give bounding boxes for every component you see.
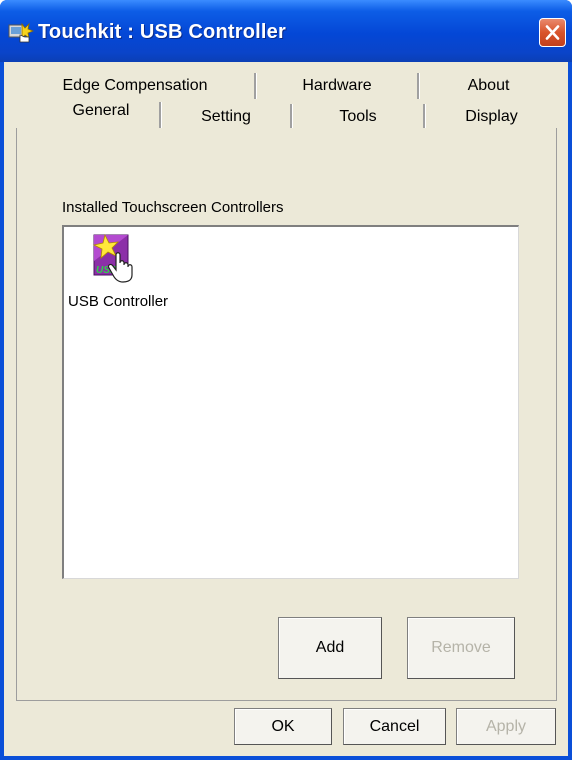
usb-controller-icon: USB bbox=[92, 233, 133, 283]
tab-setting[interactable]: Setting bbox=[162, 104, 290, 130]
tab-label: Tools bbox=[339, 108, 377, 125]
add-button[interactable]: Add bbox=[278, 617, 382, 679]
title-bar[interactable]: Touchkit : USB Controller bbox=[0, 0, 572, 62]
tab-label: General bbox=[72, 102, 130, 119]
touchkit-window: Touchkit : USB Controller Edge Compensat… bbox=[0, 0, 572, 760]
ok-button[interactable]: OK bbox=[234, 708, 332, 745]
tab-about[interactable]: About bbox=[420, 73, 557, 99]
tab-edge-compensation[interactable]: Edge Compensation bbox=[16, 73, 254, 99]
add-button-label: Add bbox=[315, 639, 345, 656]
tab-label: Edge Compensation bbox=[62, 77, 208, 94]
ok-button-label: OK bbox=[271, 718, 295, 735]
installed-controllers-label: Installed Touchscreen Controllers bbox=[62, 199, 284, 216]
touchkit-app-icon bbox=[8, 22, 34, 43]
tab-tools[interactable]: Tools bbox=[293, 104, 423, 130]
cancel-button-label: Cancel bbox=[369, 718, 420, 735]
close-button[interactable] bbox=[539, 18, 566, 47]
apply-button-label: Apply bbox=[485, 718, 527, 735]
tab-hardware[interactable]: Hardware bbox=[257, 73, 417, 99]
controllers-list[interactable]: USB USB Controller bbox=[62, 225, 519, 579]
tab-label: Setting bbox=[201, 108, 251, 125]
list-item[interactable]: USB USB Controller bbox=[64, 227, 184, 317]
tab-label: About bbox=[467, 77, 510, 94]
cancel-button[interactable]: Cancel bbox=[343, 708, 446, 745]
tab-display[interactable]: Display bbox=[426, 104, 557, 130]
tab-label: Hardware bbox=[302, 77, 372, 94]
controller-name: USB Controller bbox=[68, 293, 169, 310]
tab-label: Display bbox=[465, 108, 518, 125]
remove-button[interactable]: Remove bbox=[407, 617, 515, 679]
remove-button-label: Remove bbox=[431, 639, 491, 656]
apply-button[interactable]: Apply bbox=[456, 708, 556, 745]
tab-general[interactable]: General bbox=[44, 98, 158, 128]
dialog-client-area: Edge Compensation Hardware About General… bbox=[4, 62, 568, 756]
window-title: Touchkit : USB Controller bbox=[38, 21, 286, 43]
close-icon bbox=[545, 25, 560, 40]
